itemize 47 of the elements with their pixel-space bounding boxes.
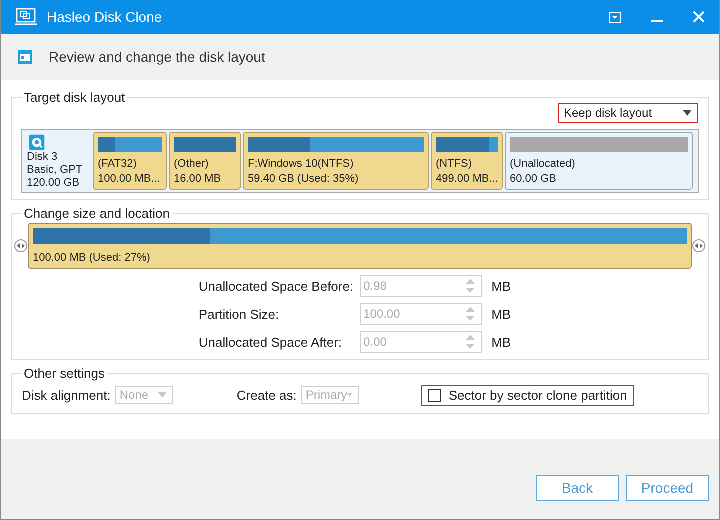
page-heading: Review and change the disk layout (49, 49, 266, 65)
drive-icon (17, 49, 33, 65)
caret-icon (158, 392, 167, 398)
disk-size: 120.00 GB (27, 177, 81, 190)
checkbox[interactable]: Sector by sector clone partition (420, 384, 634, 406)
group-title: Change size and location (23, 206, 171, 221)
spin-arrows-icon (466, 278, 475, 294)
window-title: Hasleo Disk Clone (47, 9, 162, 25)
partition-size: 499.00 MB... (436, 172, 498, 187)
spin-arrows-icon (466, 334, 475, 350)
disk-name: Disk 3 (27, 151, 59, 164)
partition-size: 100.00 MB... (98, 172, 162, 187)
group-title: Target disk layout (23, 90, 126, 105)
partition-label: (NTFS) (436, 157, 474, 172)
partition-label: (FAT32) (98, 157, 138, 172)
caret-icon (683, 110, 692, 116)
partition-block[interactable]: F:Windows 10(NTFS) 59.40 GB (Used: 35%) (243, 132, 429, 190)
field-label: Unallocated Space After: (198, 334, 344, 350)
close-icon[interactable] (693, 11, 705, 23)
select-label: Create as: (236, 388, 297, 402)
disk-type: Basic, GPT (27, 164, 84, 177)
unit-label: MB (492, 334, 512, 350)
partition-size: 100.00 MB (Used: 27%) (33, 251, 152, 266)
select-label: Disk alignment: (22, 388, 111, 402)
partition-label: (Unallocated) (510, 157, 576, 172)
partition-size: 59.40 GB (Used: 35%) (248, 172, 360, 187)
field-label: Partition Size: (198, 306, 280, 322)
unit-label: MB (492, 306, 512, 322)
partition-label: (Other) (174, 157, 210, 172)
partition-block[interactable]: 100.00 MB (Used: 27%) (28, 223, 692, 269)
partition-label: F:Windows 10(NTFS) (248, 157, 355, 172)
partition-size: 60.00 GB (510, 172, 558, 187)
partition-block[interactable]: (NTFS) 499.00 MB... (431, 132, 503, 190)
dropdown-icon[interactable] (609, 12, 621, 22)
field-label: Unallocated Space Before: (198, 278, 354, 294)
resize-handle-icon[interactable] (14, 239, 28, 253)
partition-block[interactable]: (Other) 16.00 MB (169, 132, 241, 190)
spin-arrows-icon (466, 306, 475, 322)
resize-handle-icon[interactable] (692, 239, 706, 253)
partition-size: 16.00 MB (174, 172, 222, 187)
unit-label: MB (492, 278, 512, 294)
monitor-icon (15, 8, 37, 26)
partition-block[interactable]: (Unallocated) 60.00 GB (505, 132, 693, 190)
caret-icon (347, 392, 353, 398)
layout-dropdown[interactable]: Keep disk layout (558, 103, 698, 123)
partition-block[interactable]: (FAT32) 100.00 MB... (93, 132, 167, 190)
group-title: Other settings (23, 366, 106, 381)
